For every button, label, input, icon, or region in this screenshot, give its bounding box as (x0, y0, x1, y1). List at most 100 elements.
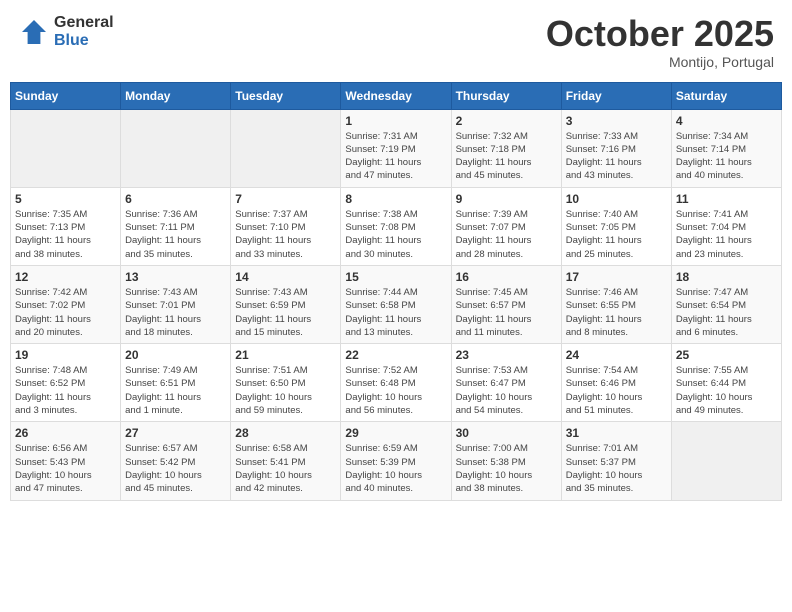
day-info: Sunrise: 7:54 AM Sunset: 6:46 PM Dayligh… (566, 364, 667, 417)
calendar-cell: 7 Sunrise: 7:37 AM Sunset: 7:10 PM Daylig… (231, 187, 341, 265)
logo-blue: Blue (54, 32, 114, 50)
day-info: Sunrise: 7:32 AM Sunset: 7:18 PM Dayligh… (456, 130, 557, 183)
weekday-header: Sunday (11, 82, 121, 109)
day-info: Sunrise: 7:01 AM Sunset: 5:37 PM Dayligh… (566, 442, 667, 495)
day-info: Sunrise: 7:40 AM Sunset: 7:05 PM Dayligh… (566, 208, 667, 261)
day-info: Sunrise: 6:59 AM Sunset: 5:39 PM Dayligh… (345, 442, 446, 495)
day-number: 29 (345, 426, 446, 440)
day-number: 31 (566, 426, 667, 440)
day-number: 7 (235, 192, 336, 206)
day-info: Sunrise: 7:00 AM Sunset: 5:38 PM Dayligh… (456, 442, 557, 495)
calendar-cell: 11Sunrise: 7:41 AM Sunset: 7:04 PM Dayli… (671, 187, 781, 265)
calendar-week-row: 19 Sunrise: 7:48 AM Sunset: 6:52 PM Dayli… (11, 344, 782, 422)
calendar-cell: 18 Sunrise: 7:47 AM Sunset: 6:54 PM Dayli… (671, 265, 781, 343)
weekday-header: Monday (121, 82, 231, 109)
day-info: Sunrise: 6:58 AM Sunset: 5:41 PM Dayligh… (235, 442, 336, 495)
calendar-cell: 23 Sunrise: 7:53 AM Sunset: 6:47 PM Dayli… (451, 344, 561, 422)
day-info: Sunrise: 6:56 AM Sunset: 5:43 PM Dayligh… (15, 442, 116, 495)
day-number: 11 (676, 192, 777, 206)
calendar-cell: 1Sunrise: 7:31 AM Sunset: 7:19 PM Daylig… (341, 109, 451, 187)
day-number: 28 (235, 426, 336, 440)
weekday-header: Friday (561, 82, 671, 109)
day-info: Sunrise: 7:34 AM Sunset: 7:14 PM Dayligh… (676, 130, 777, 183)
day-info: Sunrise: 7:44 AM Sunset: 6:58 PM Dayligh… (345, 286, 446, 339)
day-number: 20 (125, 348, 226, 362)
day-info: Sunrise: 7:38 AM Sunset: 7:08 PM Dayligh… (345, 208, 446, 261)
day-info: Sunrise: 7:37 AM Sunset: 7:10 PM Dayligh… (235, 208, 336, 261)
day-number: 4 (676, 114, 777, 128)
day-number: 26 (15, 426, 116, 440)
day-info: Sunrise: 7:36 AM Sunset: 7:11 PM Dayligh… (125, 208, 226, 261)
calendar-cell: 15 Sunrise: 7:44 AM Sunset: 6:58 PM Dayli… (341, 265, 451, 343)
calendar-cell: 28 Sunrise: 6:58 AM Sunset: 5:41 PM Dayli… (231, 422, 341, 500)
title-block: October 2025 Montijo, Portugal (546, 14, 774, 70)
calendar-cell: 16Sunrise: 7:45 AM Sunset: 6:57 PM Dayli… (451, 265, 561, 343)
day-info: Sunrise: 7:39 AM Sunset: 7:07 PM Dayligh… (456, 208, 557, 261)
calendar-cell: 4 Sunrise: 7:34 AM Sunset: 7:14 PM Daylig… (671, 109, 781, 187)
day-info: Sunrise: 7:52 AM Sunset: 6:48 PM Dayligh… (345, 364, 446, 417)
day-number: 13 (125, 270, 226, 284)
day-number: 18 (676, 270, 777, 284)
day-number: 15 (345, 270, 446, 284)
day-info: Sunrise: 7:49 AM Sunset: 6:51 PM Dayligh… (125, 364, 226, 417)
day-number: 22 (345, 348, 446, 362)
calendar-header-row: SundayMondayTuesdayWednesdayThursdayFrid… (11, 82, 782, 109)
day-number: 2 (456, 114, 557, 128)
calendar-cell: 24Sunrise: 7:54 AM Sunset: 6:46 PM Dayli… (561, 344, 671, 422)
calendar-week-row: 1Sunrise: 7:31 AM Sunset: 7:19 PM Daylig… (11, 109, 782, 187)
day-info: Sunrise: 7:43 AM Sunset: 6:59 PM Dayligh… (235, 286, 336, 339)
weekday-header: Saturday (671, 82, 781, 109)
calendar-cell: 14 Sunrise: 7:43 AM Sunset: 6:59 PM Dayli… (231, 265, 341, 343)
calendar-cell: 20 Sunrise: 7:49 AM Sunset: 6:51 PM Dayli… (121, 344, 231, 422)
calendar-cell: 27Sunrise: 6:57 AM Sunset: 5:42 PM Dayli… (121, 422, 231, 500)
calendar-cell (671, 422, 781, 500)
calendar-cell (121, 109, 231, 187)
day-info: Sunrise: 7:47 AM Sunset: 6:54 PM Dayligh… (676, 286, 777, 339)
day-number: 10 (566, 192, 667, 206)
calendar-cell: 19 Sunrise: 7:48 AM Sunset: 6:52 PM Dayli… (11, 344, 121, 422)
calendar-cell (11, 109, 121, 187)
calendar-cell: 10 Sunrise: 7:40 AM Sunset: 7:05 PM Dayli… (561, 187, 671, 265)
logo-general: General (54, 14, 114, 32)
logo-icon (18, 16, 50, 48)
day-number: 8 (345, 192, 446, 206)
day-number: 30 (456, 426, 557, 440)
calendar-cell: 12Sunrise: 7:42 AM Sunset: 7:02 PM Dayli… (11, 265, 121, 343)
calendar-cell: 6 Sunrise: 7:36 AM Sunset: 7:11 PM Daylig… (121, 187, 231, 265)
day-info: Sunrise: 7:51 AM Sunset: 6:50 PM Dayligh… (235, 364, 336, 417)
day-info: Sunrise: 7:55 AM Sunset: 6:44 PM Dayligh… (676, 364, 777, 417)
calendar-cell: 26 Sunrise: 6:56 AM Sunset: 5:43 PM Dayli… (11, 422, 121, 500)
day-number: 9 (456, 192, 557, 206)
day-info: Sunrise: 7:43 AM Sunset: 7:01 PM Dayligh… (125, 286, 226, 339)
calendar-cell: 31 Sunrise: 7:01 AM Sunset: 5:37 PM Dayli… (561, 422, 671, 500)
day-number: 23 (456, 348, 557, 362)
month-title: October 2025 (546, 14, 774, 54)
calendar-cell: 5Sunrise: 7:35 AM Sunset: 7:13 PM Daylig… (11, 187, 121, 265)
day-info: Sunrise: 7:46 AM Sunset: 6:55 PM Dayligh… (566, 286, 667, 339)
calendar-cell: 8 Sunrise: 7:38 AM Sunset: 7:08 PM Daylig… (341, 187, 451, 265)
calendar-cell: 22 Sunrise: 7:52 AM Sunset: 6:48 PM Dayli… (341, 344, 451, 422)
calendar-cell: 30 Sunrise: 7:00 AM Sunset: 5:38 PM Dayli… (451, 422, 561, 500)
location-subtitle: Montijo, Portugal (546, 54, 774, 70)
day-info: Sunrise: 7:33 AM Sunset: 7:16 PM Dayligh… (566, 130, 667, 183)
page-header: General Blue October 2025 Montijo, Portu… (10, 10, 782, 74)
day-info: Sunrise: 7:53 AM Sunset: 6:47 PM Dayligh… (456, 364, 557, 417)
day-number: 1 (345, 114, 446, 128)
calendar-cell (231, 109, 341, 187)
calendar-week-row: 12Sunrise: 7:42 AM Sunset: 7:02 PM Dayli… (11, 265, 782, 343)
calendar-cell: 17 Sunrise: 7:46 AM Sunset: 6:55 PM Dayli… (561, 265, 671, 343)
calendar-cell: 13 Sunrise: 7:43 AM Sunset: 7:01 PM Dayli… (121, 265, 231, 343)
day-number: 25 (676, 348, 777, 362)
day-info: Sunrise: 7:45 AM Sunset: 6:57 PM Dayligh… (456, 286, 557, 339)
day-info: Sunrise: 6:57 AM Sunset: 5:42 PM Dayligh… (125, 442, 226, 495)
day-number: 6 (125, 192, 226, 206)
weekday-header: Tuesday (231, 82, 341, 109)
day-number: 17 (566, 270, 667, 284)
day-number: 21 (235, 348, 336, 362)
weekday-header: Thursday (451, 82, 561, 109)
calendar-cell: 3Sunrise: 7:33 AM Sunset: 7:16 PM Daylig… (561, 109, 671, 187)
day-number: 19 (15, 348, 116, 362)
calendar-cell: 25 Sunrise: 7:55 AM Sunset: 6:44 PM Dayli… (671, 344, 781, 422)
day-number: 14 (235, 270, 336, 284)
day-info: Sunrise: 7:48 AM Sunset: 6:52 PM Dayligh… (15, 364, 116, 417)
